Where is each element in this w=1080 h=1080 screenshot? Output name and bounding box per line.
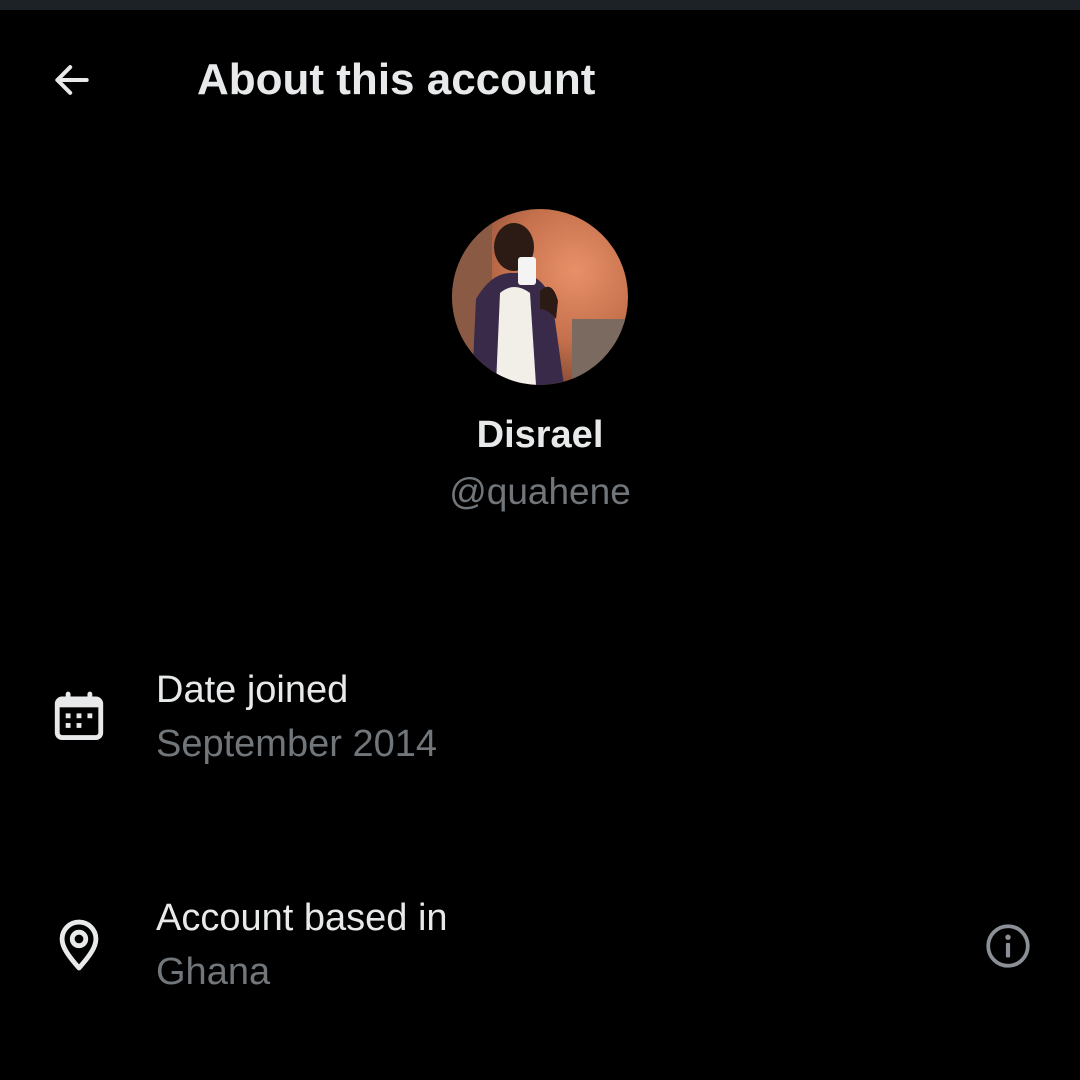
profile-photo — [452, 209, 628, 385]
arrow-left-icon — [55, 65, 89, 95]
status-strip — [0, 0, 1080, 10]
date-joined-value: September 2014 — [156, 723, 437, 765]
account-based-in-label: Account based in — [156, 897, 448, 939]
account-location-row: Account based in Ghana — [0, 888, 1080, 1018]
info-circle-icon — [986, 924, 1030, 968]
info-button[interactable] — [980, 918, 1036, 974]
calendar-icon — [48, 686, 110, 748]
avatar[interactable] — [452, 209, 628, 385]
date-joined-row: Date joined September 2014 — [0, 660, 1080, 790]
page-header: About this account — [0, 10, 1080, 150]
display-name: Disrael — [476, 414, 604, 456]
back-button[interactable] — [40, 50, 104, 110]
account-based-in-value: Ghana — [156, 951, 271, 993]
page-title: About this account — [197, 55, 596, 104]
date-joined-label: Date joined — [156, 669, 349, 711]
user-handle: @quahene — [449, 471, 631, 512]
location-pin-icon — [48, 914, 110, 976]
